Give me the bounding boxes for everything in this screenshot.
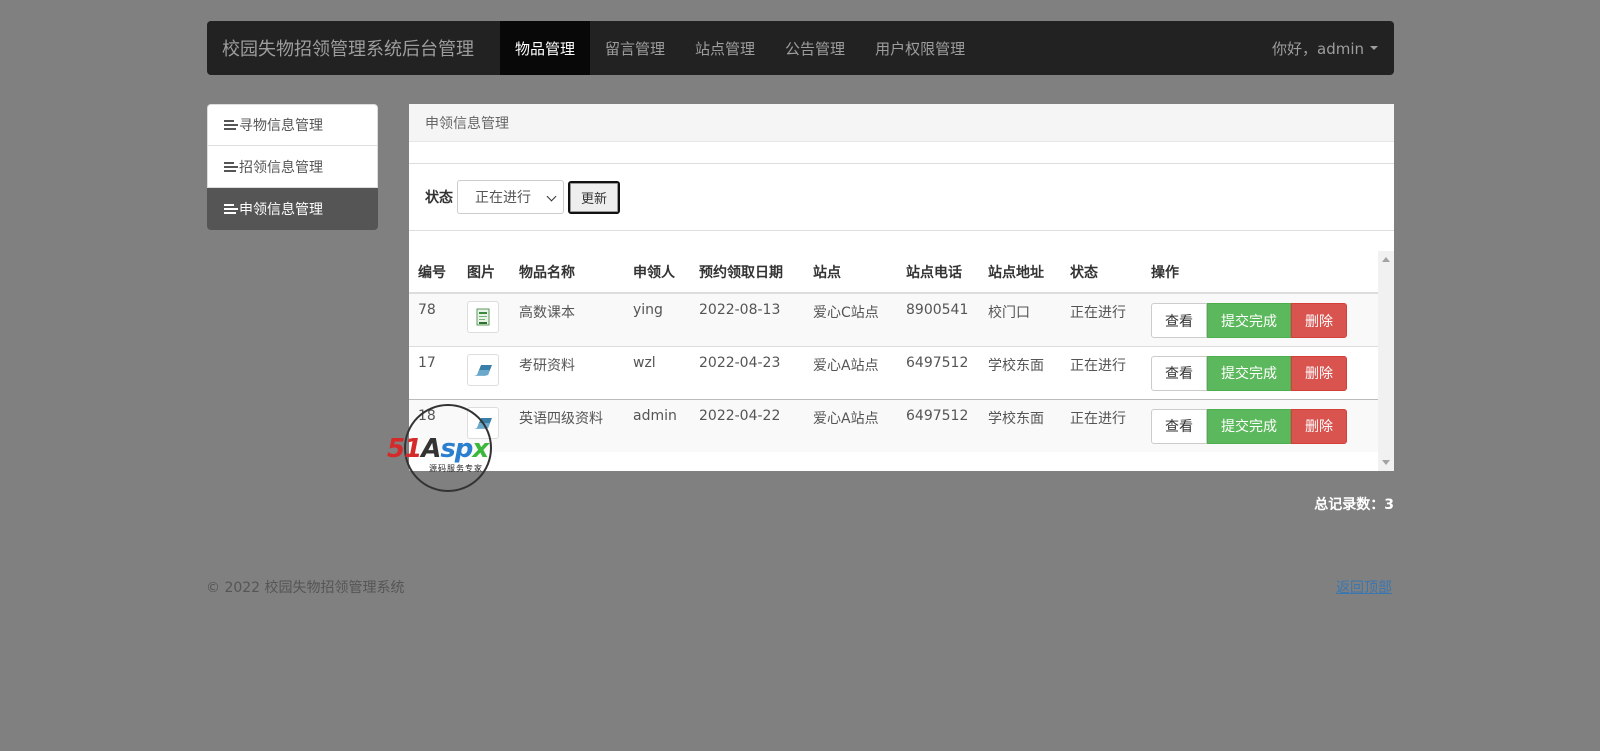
brand-title[interactable]: 校园失物招领管理系统后台管理 bbox=[207, 21, 500, 75]
nav-item-stations[interactable]: 站点管理 bbox=[680, 21, 770, 75]
row-actions: 查看 提交完成 删除 bbox=[1151, 303, 1378, 338]
cell-status: 正在进行 bbox=[1061, 345, 1142, 399]
watermark-logo: 51Aspx 源码服务专家 bbox=[385, 402, 515, 494]
col-header-claimant: 申领人 bbox=[624, 251, 690, 294]
list-icon bbox=[224, 119, 238, 131]
cell-claimant: admin bbox=[624, 398, 690, 452]
col-header-image: 图片 bbox=[458, 251, 510, 294]
nav-item-announcements[interactable]: 公告管理 bbox=[770, 21, 860, 75]
table-row: 78 高数课本 ying 2022-08-13 爱心C站点 8900541 校门… bbox=[409, 292, 1378, 346]
view-button[interactable]: 查看 bbox=[1151, 303, 1207, 338]
status-select[interactable]: 正在进行 bbox=[457, 180, 564, 214]
scroll-up-arrow-icon[interactable] bbox=[1382, 257, 1390, 262]
filter-bar: 状态 正在进行 更新 bbox=[409, 163, 1394, 231]
complete-button[interactable]: 提交完成 bbox=[1207, 355, 1291, 391]
cell-address: 校门口 bbox=[979, 292, 1061, 346]
list-icon bbox=[224, 203, 238, 215]
complete-button[interactable]: 提交完成 bbox=[1207, 408, 1291, 444]
sidebar-item-label: 寻物信息管理 bbox=[239, 118, 323, 134]
sidebar-item-lost[interactable]: 寻物信息管理 bbox=[207, 104, 378, 146]
cell-status: 正在进行 bbox=[1061, 398, 1142, 452]
claims-table-container: 编号 图片 物品名称 申领人 预约领取日期 站点 站点电话 站点地址 状态 操作… bbox=[409, 251, 1394, 471]
footer-copyright: © 2022 校园失物招领管理系统 bbox=[206, 580, 405, 596]
update-button[interactable]: 更新 bbox=[568, 180, 621, 214]
col-header-actions: 操作 bbox=[1142, 251, 1378, 294]
claims-table: 编号 图片 物品名称 申领人 预约领取日期 站点 站点电话 站点地址 状态 操作… bbox=[409, 251, 1378, 452]
table-row: 18 英语四级资料 admin 2022-04-22 爱心A站点 6497512… bbox=[409, 398, 1378, 452]
cell-name: 高数课本 bbox=[510, 292, 624, 346]
cell-status: 正在进行 bbox=[1061, 292, 1142, 346]
delete-button[interactable]: 删除 bbox=[1291, 408, 1347, 444]
status-select-value: 正在进行 bbox=[475, 190, 531, 206]
col-header-station: 站点 bbox=[804, 251, 897, 294]
view-button[interactable]: 查看 bbox=[1151, 355, 1207, 391]
col-header-status: 状态 bbox=[1061, 251, 1142, 294]
top-navbar: 校园失物招领管理系统后台管理 物品管理 留言管理 站点管理 公告管理 用户权限管… bbox=[207, 21, 1394, 75]
caret-down-icon bbox=[1370, 46, 1378, 50]
status-filter-label: 状态 bbox=[425, 190, 453, 206]
col-header-id: 编号 bbox=[409, 251, 458, 294]
delete-button[interactable]: 删除 bbox=[1291, 355, 1347, 391]
list-icon bbox=[224, 161, 238, 173]
row-actions: 查看 提交完成 删除 bbox=[1151, 408, 1378, 444]
main-panel: 申领信息管理 状态 正在进行 更新 编号 图片 物品名称 申领人 预约领取日期 … bbox=[409, 104, 1394, 471]
cell-phone: 6497512 bbox=[897, 398, 979, 452]
user-greeting: 你好，admin bbox=[1272, 39, 1364, 58]
scroll-down-arrow-icon[interactable] bbox=[1382, 460, 1390, 465]
table-row: 17 考研资料 wzl 2022-04-23 爱心A站点 6497512 学校东… bbox=[409, 345, 1378, 399]
main-nav: 物品管理 留言管理 站点管理 公告管理 用户权限管理 bbox=[500, 21, 980, 75]
col-header-name: 物品名称 bbox=[510, 251, 624, 294]
cell-id: 78 bbox=[409, 292, 458, 346]
vertical-scrollbar[interactable] bbox=[1378, 251, 1394, 471]
total-records-value: 3 bbox=[1384, 497, 1394, 513]
table-header-row: 编号 图片 物品名称 申领人 预约领取日期 站点 站点电话 站点地址 状态 操作 bbox=[409, 251, 1378, 294]
cell-station: 爱心C站点 bbox=[804, 292, 897, 346]
nav-item-items[interactable]: 物品管理 bbox=[500, 21, 591, 75]
sidebar-item-label: 申领信息管理 bbox=[239, 201, 323, 218]
cell-address: 学校东面 bbox=[979, 398, 1061, 452]
complete-button[interactable]: 提交完成 bbox=[1207, 303, 1291, 338]
panel-title: 申领信息管理 bbox=[409, 104, 1394, 142]
delete-button[interactable]: 删除 bbox=[1291, 303, 1347, 338]
total-records: 总记录数：3 bbox=[1314, 494, 1394, 514]
cell-date: 2022-04-22 bbox=[690, 398, 804, 452]
col-header-address: 站点地址 bbox=[979, 251, 1061, 294]
book-thumbnail[interactable] bbox=[467, 301, 499, 333]
col-header-date: 预约领取日期 bbox=[690, 251, 804, 294]
sidebar-item-claims[interactable]: 申领信息管理 bbox=[207, 188, 378, 230]
row-actions: 查看 提交完成 删除 bbox=[1151, 355, 1378, 391]
nav-item-messages[interactable]: 留言管理 bbox=[590, 21, 680, 75]
cell-station: 爱心A站点 bbox=[804, 345, 897, 399]
cell-address: 学校东面 bbox=[979, 345, 1061, 399]
user-menu[interactable]: 你好，admin bbox=[1272, 21, 1394, 75]
cell-name: 考研资料 bbox=[510, 345, 624, 399]
cell-station: 爱心A站点 bbox=[804, 398, 897, 452]
cell-name: 英语四级资料 bbox=[510, 398, 624, 452]
sidebar: 寻物信息管理 招领信息管理 申领信息管理 bbox=[207, 104, 378, 230]
back-to-top-link[interactable]: 返回顶部 bbox=[1336, 577, 1392, 597]
cell-id: 17 bbox=[409, 345, 458, 399]
cell-date: 2022-08-13 bbox=[690, 292, 804, 346]
eraser-thumbnail[interactable] bbox=[467, 353, 499, 386]
total-records-label: 总记录数： bbox=[1314, 497, 1385, 513]
cell-date: 2022-04-23 bbox=[690, 345, 804, 399]
sidebar-item-found[interactable]: 招领信息管理 bbox=[207, 146, 378, 188]
watermark-subtitle: 源码服务专家 bbox=[429, 464, 483, 473]
nav-item-user-permissions[interactable]: 用户权限管理 bbox=[860, 21, 980, 75]
watermark-logo-text: 51Aspx bbox=[387, 434, 489, 464]
view-button[interactable]: 查看 bbox=[1151, 408, 1207, 444]
cell-phone: 8900541 bbox=[897, 292, 979, 346]
cell-phone: 6497512 bbox=[897, 345, 979, 399]
col-header-phone: 站点电话 bbox=[897, 251, 979, 294]
sidebar-item-label: 招领信息管理 bbox=[239, 159, 323, 176]
cell-claimant: wzl bbox=[624, 345, 690, 399]
cell-claimant: ying bbox=[624, 292, 690, 346]
chevron-down-icon bbox=[546, 191, 557, 202]
